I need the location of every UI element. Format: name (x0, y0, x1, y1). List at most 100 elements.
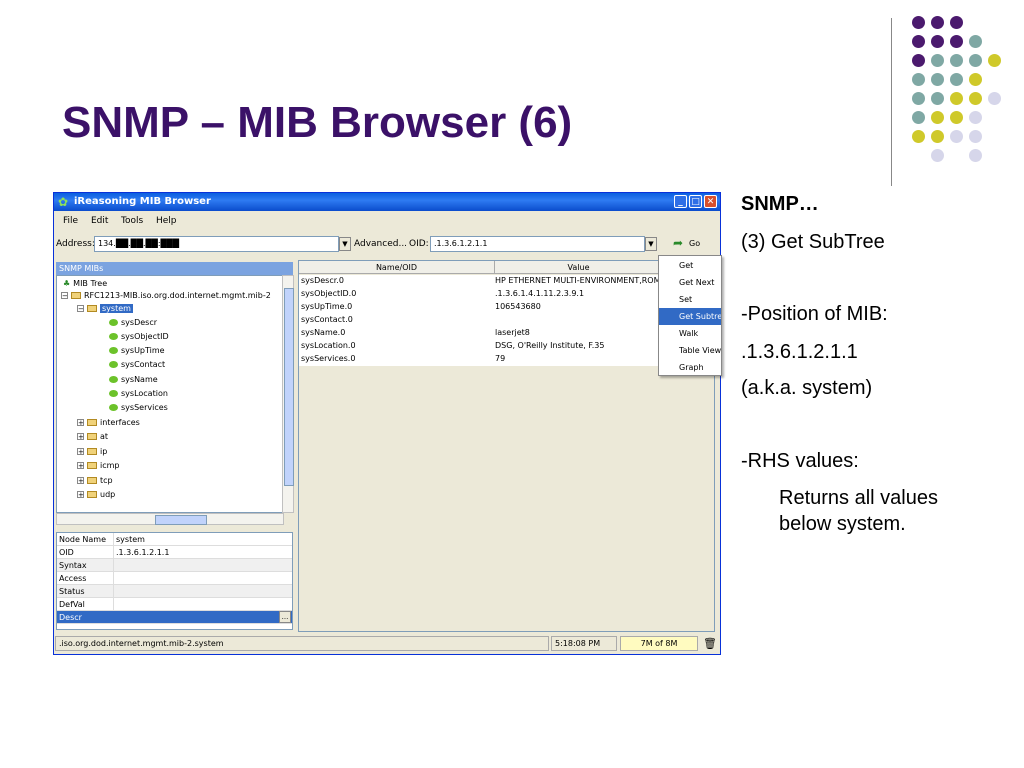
prop-key: DefVal (59, 600, 85, 609)
cell-name: sysUpTime.0 (301, 302, 353, 311)
tree-root[interactable]: ♣ MIB Tree (63, 279, 107, 288)
tree-leaf[interactable]: sysServices (109, 403, 168, 412)
ellipsis-button[interactable]: ... (279, 611, 291, 623)
menu-edit[interactable]: Edit (91, 216, 108, 226)
table-row[interactable]: sysObjectID.0 .1.3.6.1.4.1.11.2.3.9.1 (299, 288, 714, 301)
dot (969, 130, 982, 143)
menu-item-set[interactable]: Set (659, 291, 721, 308)
tree-leaf[interactable]: sysDescr (109, 318, 157, 327)
trash-icon[interactable]: 🗑 (703, 637, 717, 650)
address-input[interactable]: 134.██.██.██:███ (94, 236, 339, 252)
tree-root-label: MIB Tree (73, 279, 108, 288)
tree-leaf[interactable]: sysName (109, 375, 158, 384)
close-button[interactable]: ✕ (704, 195, 717, 208)
notes-rhs-label: -RHS values: (741, 450, 859, 472)
table-row[interactable]: sysContact.0 (299, 314, 714, 327)
tree-module[interactable]: − RFC1213-MIB.iso.org.dod.internet.mgmt.m… (61, 291, 283, 300)
table-row[interactable]: sysUpTime.0 106543680 (299, 301, 714, 314)
tree-leaf[interactable]: sysUpTime (109, 346, 165, 355)
status-bar: .iso.org.dod.internet.mgmt.mib-2.system … (54, 635, 720, 653)
collapse-icon[interactable]: − (77, 305, 84, 313)
expand-icon[interactable]: + (77, 477, 84, 485)
dot (988, 92, 1001, 105)
dot (950, 73, 963, 86)
expand-icon[interactable]: + (77, 419, 84, 427)
tree-leaf-label: sysObjectID (121, 332, 169, 341)
tree-leaf[interactable]: sysObjectID (109, 332, 169, 341)
tree-folder-label: udp (100, 490, 116, 499)
node-properties-table: Node Name system OID .1.3.6.1.2.1.1 Syntax… (56, 532, 293, 630)
dot (931, 92, 944, 105)
advanced-button[interactable]: Advanced... (354, 239, 407, 249)
expand-icon[interactable]: + (77, 491, 84, 499)
menu-item-get[interactable]: Get (659, 257, 721, 274)
menu-item-walk[interactable]: Walk (659, 325, 721, 342)
scroll-thumb[interactable] (155, 515, 207, 525)
status-time: 5:18:08 PM (551, 636, 617, 651)
table-row[interactable]: sysName.0 laserjet8 (299, 327, 714, 340)
tree-leaf[interactable]: sysContact (109, 360, 165, 369)
expand-icon[interactable]: + (77, 448, 84, 456)
minimize-button[interactable]: _ (674, 195, 687, 208)
notes-position-oid: .1.3.6.1.2.1.1 (741, 341, 858, 363)
window-title: iReasoning MIB Browser (74, 196, 211, 207)
menu-item-get-subtree[interactable]: Get Subtree (659, 308, 721, 325)
leaf-icon (109, 361, 118, 368)
table-row[interactable]: sysDescr.0 HP ETHERNET MULTI-ENVIRONMENT,… (299, 275, 714, 288)
expand-icon[interactable]: + (77, 433, 84, 441)
prop-value: system (116, 535, 145, 544)
table-row[interactable]: sysLocation.0 DSG, O'Reilly Institute, F.… (299, 340, 714, 353)
tree-leaf-label: sysLocation (121, 389, 168, 398)
tree-horizontal-scrollbar[interactable] (56, 513, 284, 525)
scroll-thumb[interactable] (284, 288, 294, 486)
tree-folder[interactable]: + interfaces (77, 418, 140, 427)
menu-item-get-next[interactable]: Get Next (659, 274, 721, 291)
tree-folder[interactable]: + ip (77, 447, 107, 456)
menu-item-graph[interactable]: Graph (659, 359, 721, 376)
window-titlebar[interactable]: ✿ iReasoning MIB Browser _ □ ✕ (54, 193, 720, 211)
go-arrow-icon: ➦ (673, 236, 684, 250)
leaf-icon (109, 333, 118, 340)
tree-folder[interactable]: + icmp (77, 461, 120, 470)
dot (969, 35, 982, 48)
cell-value: .1.3.6.1.4.1.11.2.3.9.1 (495, 289, 585, 298)
menu-tools[interactable]: Tools (121, 216, 143, 226)
table-row[interactable]: sysServices.0 79 (299, 353, 714, 366)
tree-vertical-scrollbar[interactable] (282, 275, 294, 513)
tree-panel-header: SNMP MIBs (56, 262, 293, 275)
prop-row: DefVal (57, 598, 292, 611)
tree-folder[interactable]: + tcp (77, 476, 113, 485)
dot (950, 54, 963, 67)
prop-key: Node Name (59, 535, 107, 544)
notes-position-label: -Position of MIB: (741, 303, 888, 325)
go-button[interactable]: ➦ Go (669, 235, 705, 253)
maximize-button[interactable]: □ (689, 195, 702, 208)
column-header-name[interactable]: Name/OID (299, 261, 495, 274)
status-path: .iso.org.dod.internet.mgmt.mib-2.system (55, 636, 549, 651)
oid-dropdown-button[interactable]: ▼ (645, 237, 657, 251)
address-dropdown-button[interactable]: ▼ (339, 237, 351, 251)
expand-icon[interactable]: + (77, 462, 84, 470)
oid-input[interactable]: .1.3.6.1.2.1.1 (430, 236, 645, 252)
folder-icon (87, 491, 97, 498)
notes-rhs-text-1: Returns all values (779, 487, 938, 509)
collapse-icon[interactable]: − (61, 292, 68, 300)
tree-folder-label: icmp (100, 461, 120, 470)
tree-leaf[interactable]: sysLocation (109, 389, 168, 398)
menu-help[interactable]: Help (156, 216, 177, 226)
tree-folder[interactable]: + at (77, 432, 108, 441)
app-icon: ✿ (58, 195, 69, 209)
cell-value: 79 (495, 354, 506, 363)
dot (969, 92, 982, 105)
column-header-value[interactable]: Value (495, 261, 663, 274)
tree-folder[interactable]: + udp (77, 490, 115, 499)
menu-file[interactable]: File (63, 216, 78, 226)
prop-row[interactable]: Descr... (57, 611, 292, 624)
dot (931, 54, 944, 67)
dot (912, 73, 925, 86)
cell-name: sysLocation.0 (301, 341, 356, 350)
dot (950, 16, 963, 29)
tree-system[interactable]: − system (77, 304, 133, 313)
menu-item-table-view[interactable]: Table View (659, 342, 721, 359)
dot (931, 35, 944, 48)
